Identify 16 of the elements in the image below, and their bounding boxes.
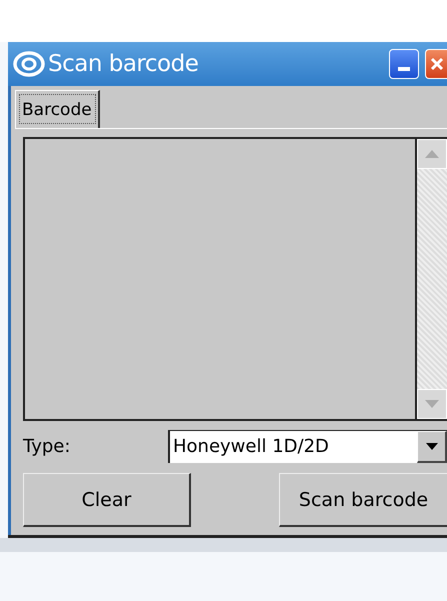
minimize-icon: [398, 67, 410, 71]
close-button[interactable]: [425, 49, 447, 79]
minimize-button[interactable]: [389, 49, 419, 79]
close-icon: [430, 57, 444, 71]
scan-barcode-button[interactable]: Scan barcode: [279, 473, 447, 527]
window-title: Scan barcode: [48, 51, 198, 77]
type-dropdown[interactable]: Honeywell 1D/2D: [168, 430, 447, 462]
text-area[interactable]: [23, 137, 417, 421]
logo-icon: [12, 50, 46, 78]
scrollbar[interactable]: [417, 137, 447, 421]
tab[interactable]: Barcode: [15, 90, 100, 128]
caret-icon: [426, 442, 438, 450]
up-arrow-icon: [425, 150, 439, 158]
down-arrow-icon: [425, 400, 439, 408]
clear-button[interactable]: Clear: [23, 473, 191, 527]
type-label: Type:: [23, 436, 72, 456]
